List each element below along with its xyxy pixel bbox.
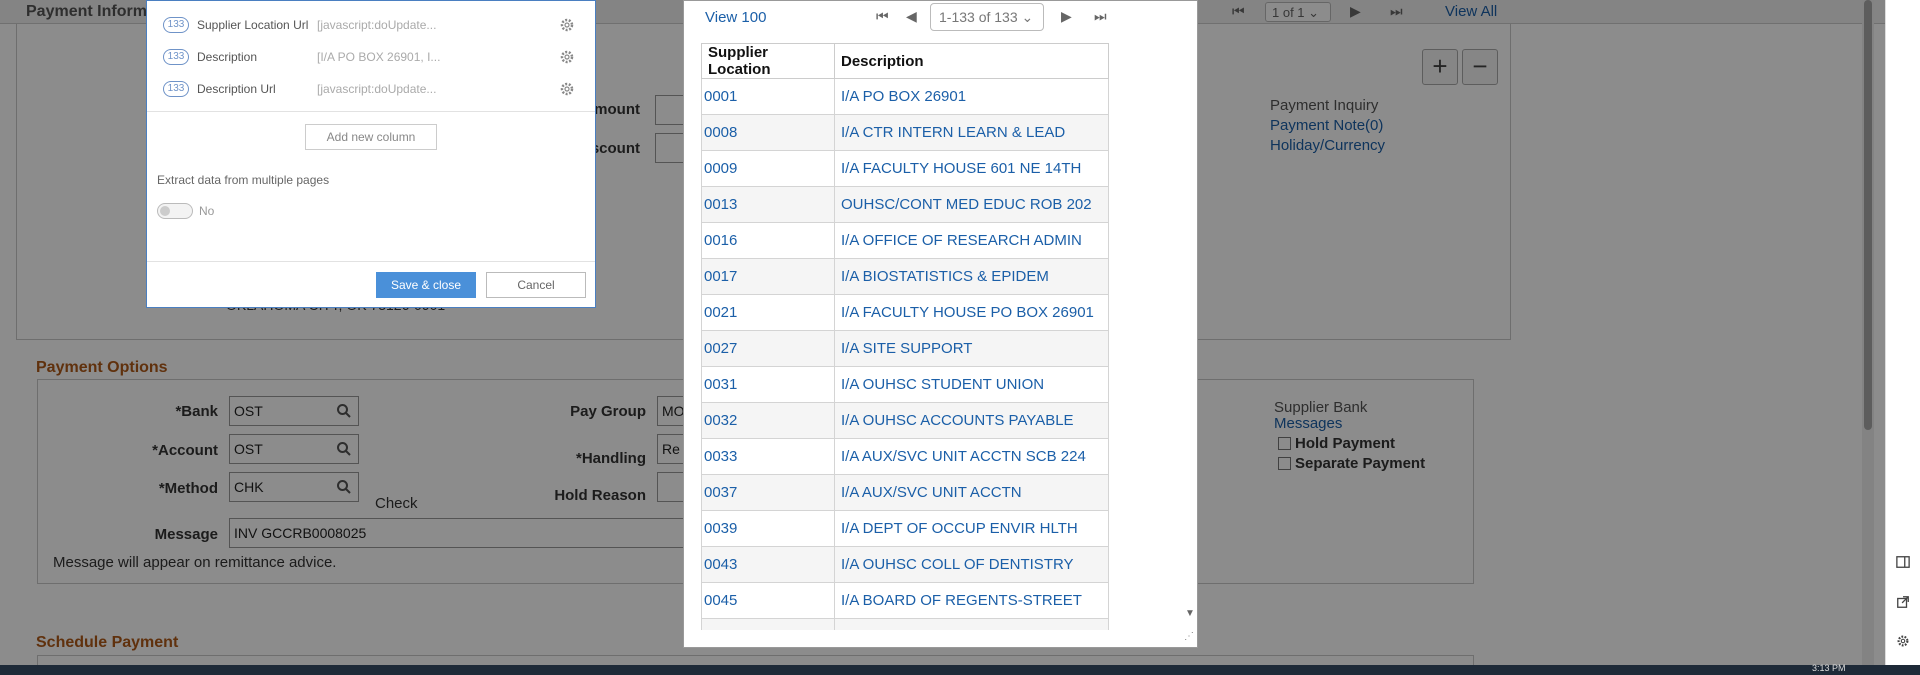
table-row[interactable]: 0013 OUHSC/CONT MED EDUC ROB 202 xyxy=(701,186,1109,223)
supplier-location-link[interactable]: 0037 xyxy=(701,474,835,511)
description-link[interactable]: I/A AUX/SVC UNIT ACCTN xyxy=(834,474,1109,511)
range-select[interactable]: 1-133 of 133 ⌄ xyxy=(930,3,1044,31)
gear-icon[interactable] xyxy=(559,81,575,97)
description-link[interactable]: I/A PO BOX 26901 xyxy=(834,78,1109,115)
table-row[interactable]: 0045 I/A BOARD OF REGENTS-STREET xyxy=(701,582,1109,619)
column-value: [javascript:doUpdate... xyxy=(317,82,437,96)
supplier-location-link[interactable]: 0017 xyxy=(701,258,835,295)
column-name: Description xyxy=(197,50,258,64)
column-name: Description Url xyxy=(197,82,276,96)
gear-icon[interactable] xyxy=(559,17,575,33)
table-row[interactable]: 0043 I/A OUHSC COLL OF DENTISTRY xyxy=(701,546,1109,583)
results-table: Supplier Location Description 0001 I/A PO… xyxy=(701,43,1109,630)
divider xyxy=(147,111,595,112)
next-page-icon[interactable]: ▶ xyxy=(1061,8,1072,25)
lookup-dialog: View 100 ⏮ ◀ 1-133 of 133 ⌄ ▶ ⏭ Supplier… xyxy=(683,0,1198,648)
supplier-location-link[interactable]: 0027 xyxy=(701,330,835,367)
data-extractor-panel: 133 Supplier Location Url [javascript:do… xyxy=(146,0,596,308)
cancel-button[interactable]: Cancel xyxy=(486,272,586,298)
column-value: [javascript:doUpdate... xyxy=(317,18,437,32)
description-link[interactable]: I/A OUHSC COLL OF DENTISTRY xyxy=(834,546,1109,583)
table-row[interactable]: 0021 I/A FACULTY HOUSE PO BOX 26901 xyxy=(701,294,1109,331)
description-link[interactable]: I/A OUHSC ACCOUNTS PAYABLE xyxy=(834,402,1109,439)
table-header-row: Supplier Location Description xyxy=(701,43,1109,79)
count-badge: 133 xyxy=(163,81,189,97)
last-page-icon[interactable]: ⏭ xyxy=(1094,8,1107,25)
table-row[interactable]: 0032 I/A OUHSC ACCOUNTS PAYABLE xyxy=(701,402,1109,439)
supplier-location-link[interactable]: 0021 xyxy=(701,294,835,331)
first-page-icon[interactable]: ⏮ xyxy=(876,8,889,25)
description-link[interactable]: OUHSC/CONT MED EDUC ROB 202 xyxy=(834,186,1109,223)
toggle-value: No xyxy=(199,204,215,218)
column-row[interactable]: 133 Description [I/A PO BOX 26901, I... xyxy=(163,47,537,67)
table-row[interactable]: 0001 I/A PO BOX 26901 xyxy=(701,78,1109,115)
description-link[interactable]: I/A FACULTY HOUSE 601 NE 14TH xyxy=(834,150,1109,187)
supplier-location-link[interactable]: 0046 xyxy=(701,618,835,630)
table-row[interactable]: 0037 I/A AUX/SVC UNIT ACCTN xyxy=(701,474,1109,511)
table-row[interactable]: 0016 I/A OFFICE OF RESEARCH ADMIN xyxy=(701,222,1109,259)
divider xyxy=(147,261,595,262)
supplier-location-link[interactable]: 0001 xyxy=(701,78,835,115)
lookup-grid: Supplier Location Description 0001 I/A PO… xyxy=(701,43,1109,630)
supplier-location-link[interactable]: 0033 xyxy=(701,438,835,475)
add-column-button[interactable]: Add new column xyxy=(305,124,437,150)
table-row[interactable]: 0046I/A GRANTS & CONTRACTS ACCTN xyxy=(701,618,1109,630)
description-link[interactable]: I/A SITE SUPPORT xyxy=(834,330,1109,367)
description-link[interactable]: I/A GRANTS & CONTRACTS ACCTN xyxy=(834,618,1109,630)
supplier-location-link[interactable]: 0031 xyxy=(701,366,835,403)
description-link[interactable]: I/A FACULTY HOUSE PO BOX 26901 xyxy=(834,294,1109,331)
view-100-link[interactable]: View 100 xyxy=(705,9,766,26)
table-row[interactable]: 0031 I/A OUHSC STUDENT UNION xyxy=(701,366,1109,403)
resize-handle-icon[interactable]: ⋰ xyxy=(1184,631,1194,642)
description-link[interactable]: I/A AUX/SVC UNIT ACCTN SCB 224 xyxy=(834,438,1109,475)
column-name: Supplier Location Url xyxy=(197,18,309,32)
supplier-location-link[interactable]: 0032 xyxy=(701,402,835,439)
clock-text: 3:13 PM xyxy=(1812,663,1846,673)
description-link[interactable]: I/A BIOSTATISTICS & EPIDEM xyxy=(834,258,1109,295)
table-row[interactable]: 0039 I/A DEPT OF OCCUP ENVIR HLTH xyxy=(701,510,1109,547)
column-value: [I/A PO BOX 26901, I... xyxy=(317,50,441,64)
description-link[interactable]: I/A OUHSC STUDENT UNION xyxy=(834,366,1109,403)
description-link[interactable]: I/A CTR INTERN LEARN & LEAD xyxy=(834,114,1109,151)
description-link[interactable]: I/A DEPT OF OCCUP ENVIR HLTH xyxy=(834,510,1109,547)
table-row[interactable]: 0017 I/A BIOSTATISTICS & EPIDEM xyxy=(701,258,1109,295)
sidebar-toggle-icon[interactable] xyxy=(1896,555,1910,569)
save-close-button[interactable]: Save & close xyxy=(376,272,476,298)
supplier-location-link[interactable]: 0013 xyxy=(701,186,835,223)
supplier-location-link[interactable]: 0009 xyxy=(701,150,835,187)
prev-page-icon[interactable]: ◀ xyxy=(906,8,917,25)
supplier-location-link[interactable]: 0016 xyxy=(701,222,835,259)
multi-pages-label: Extract data from multiple pages xyxy=(157,173,330,187)
count-badge: 133 xyxy=(163,49,189,65)
supplier-location-header[interactable]: Supplier Location xyxy=(701,43,835,79)
table-row[interactable]: 0009 I/A FACULTY HOUSE 601 NE 14TH xyxy=(701,150,1109,187)
supplier-location-link[interactable]: 0045 xyxy=(701,582,835,619)
open-external-icon[interactable] xyxy=(1896,595,1910,609)
table-row[interactable]: 0008 I/A CTR INTERN LEARN & LEAD xyxy=(701,114,1109,151)
table-row[interactable]: 0027 I/A SITE SUPPORT xyxy=(701,330,1109,367)
scroll-down-icon[interactable]: ▼ xyxy=(1185,608,1195,619)
supplier-location-link[interactable]: 0043 xyxy=(701,546,835,583)
count-badge: 133 xyxy=(163,17,189,33)
lookup-scrollbar[interactable]: ▼ xyxy=(1184,1,1196,631)
table-row[interactable]: 0033 I/A AUX/SVC UNIT ACCTN SCB 224 xyxy=(701,438,1109,475)
description-link[interactable]: I/A OFFICE OF RESEARCH ADMIN xyxy=(834,222,1109,259)
multi-pages-toggle[interactable] xyxy=(157,203,193,219)
os-taskbar: 3:13 PM xyxy=(0,663,1920,675)
supplier-location-link[interactable]: 0008 xyxy=(701,114,835,151)
supplier-location-link[interactable]: 0039 xyxy=(701,510,835,547)
settings-gear-icon[interactable] xyxy=(1896,634,1910,648)
browser-side-panel xyxy=(1885,0,1920,665)
description-link[interactable]: I/A BOARD OF REGENTS-STREET xyxy=(834,582,1109,619)
description-header[interactable]: Description xyxy=(834,43,1109,79)
column-row[interactable]: 133 Description Url [javascript:doUpdate… xyxy=(163,79,537,99)
column-row[interactable]: 133 Supplier Location Url [javascript:do… xyxy=(163,15,537,35)
gear-icon[interactable] xyxy=(559,49,575,65)
